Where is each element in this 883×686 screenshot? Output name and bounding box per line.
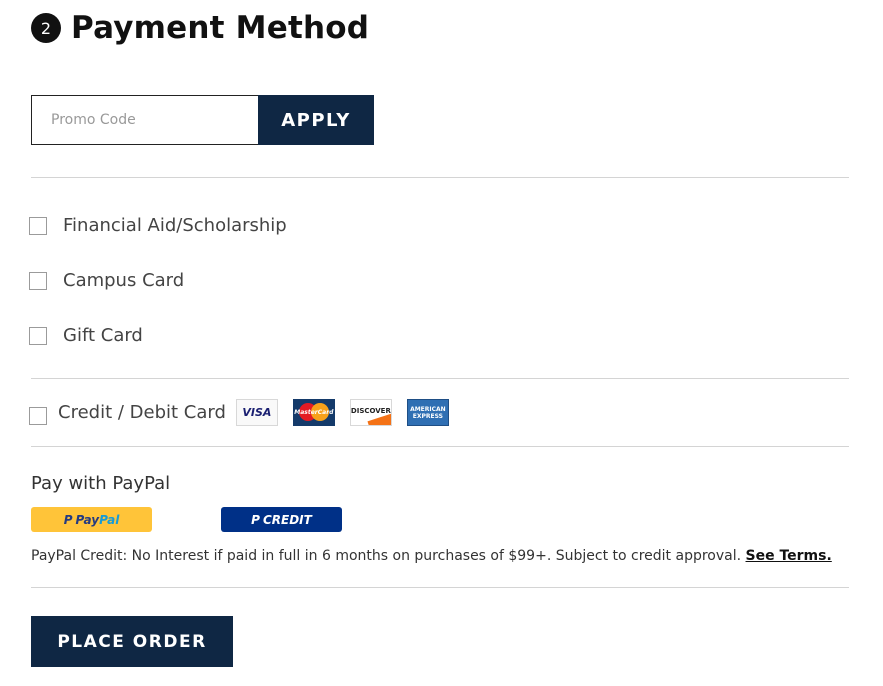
- divider: [31, 378, 849, 379]
- campus-card-checkbox[interactable]: [29, 271, 47, 290]
- option-campus-card[interactable]: Campus Card: [29, 270, 184, 291]
- page-title: Payment Method: [71, 10, 370, 46]
- discover-orange-stripe: [367, 413, 391, 425]
- campus-card-label: Campus Card: [63, 270, 185, 291]
- amex-logo: AMERICAN EXPRESS: [406, 399, 449, 426]
- discover-logo: DISCOVER: [349, 399, 392, 426]
- option-credit-debit-card[interactable]: Credit / Debit Card VISA MasterCard DISC…: [29, 399, 464, 426]
- amex-logo-text-line2: EXPRESS: [412, 412, 443, 420]
- visa-logo-text: VISA: [242, 406, 272, 419]
- place-order-button[interactable]: PLACE ORDER: [31, 616, 233, 667]
- paypal-credit-note-text: PayPal Credit: No Interest if paid in fu…: [31, 548, 742, 564]
- paypal-pay-text: Pay: [75, 512, 100, 527]
- visa-logo: VISA: [235, 399, 278, 426]
- card-logos: VISA MasterCard DISCOVER AMERICAN EXPRES…: [235, 399, 464, 426]
- promo-code-row: APPLY: [31, 95, 374, 145]
- discover-logo-text: DISCOVER: [350, 406, 391, 415]
- paypal-button[interactable]: P Pay Pal: [31, 507, 152, 532]
- see-terms-link[interactable]: See Terms.: [746, 548, 832, 564]
- promo-code-input[interactable]: [31, 95, 258, 145]
- paypal-icon: P: [251, 512, 260, 527]
- paypal-pal-text: Pal: [99, 512, 120, 527]
- mastercard-logo-text: MasterCard: [294, 409, 334, 416]
- apply-button[interactable]: APPLY: [258, 95, 374, 145]
- section-header: 2 Payment Method: [31, 10, 369, 46]
- paypal-icon: P: [63, 512, 73, 527]
- credit-card-label: Credit / Debit Card: [58, 402, 226, 423]
- divider: [31, 446, 849, 447]
- financial-aid-checkbox[interactable]: [29, 216, 47, 235]
- option-gift-card[interactable]: Gift Card: [29, 325, 143, 346]
- gift-card-label: Gift Card: [63, 325, 143, 346]
- paypal-credit-label: CREDIT: [262, 512, 312, 527]
- step-number-badge: 2: [31, 13, 61, 43]
- credit-card-checkbox[interactable]: [29, 407, 47, 425]
- gift-card-checkbox[interactable]: [29, 326, 47, 345]
- amex-logo-text-line1: AMERICAN: [410, 405, 446, 413]
- mastercard-logo: MasterCard: [292, 399, 335, 426]
- paypal-heading: Pay with PayPal: [31, 473, 171, 494]
- financial-aid-label: Financial Aid/Scholarship: [63, 215, 287, 236]
- paypal-credit-note: PayPal Credit: No Interest if paid in fu…: [31, 548, 832, 564]
- divider: [31, 177, 849, 178]
- option-financial-aid[interactable]: Financial Aid/Scholarship: [29, 215, 287, 236]
- paypal-credit-button[interactable]: P CREDIT: [221, 507, 342, 532]
- divider: [31, 587, 849, 588]
